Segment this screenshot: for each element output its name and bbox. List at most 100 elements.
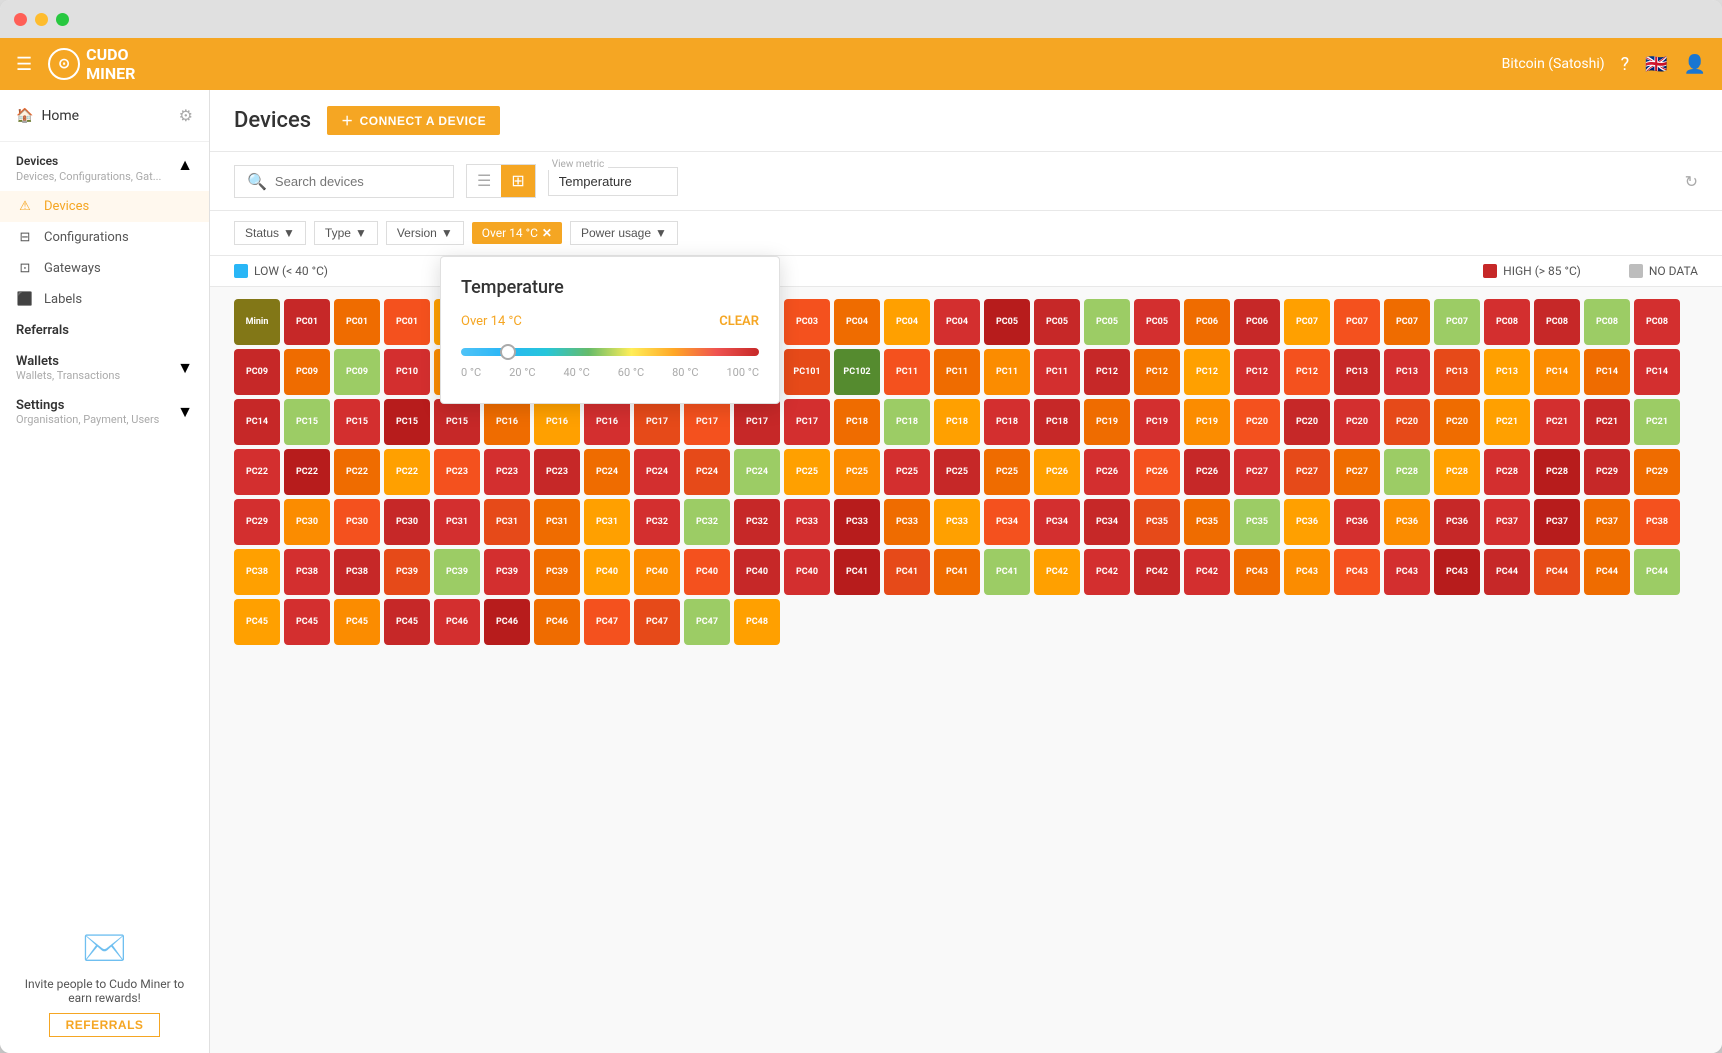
device-cell[interactable]: PC08 xyxy=(1634,299,1680,345)
device-cell[interactable]: PC38 xyxy=(1634,499,1680,545)
device-cell[interactable]: PC05 xyxy=(1084,299,1130,345)
device-cell[interactable]: PC31 xyxy=(534,499,580,545)
device-cell[interactable]: PC34 xyxy=(984,499,1030,545)
grid-view-button[interactable]: ⊞ xyxy=(501,165,534,197)
device-cell[interactable]: PC17 xyxy=(734,399,780,445)
device-cell[interactable]: Minin xyxy=(234,299,280,345)
device-cell[interactable]: PC25 xyxy=(834,449,880,495)
device-cell[interactable]: PC35 xyxy=(1184,499,1230,545)
device-cell[interactable]: PC45 xyxy=(284,599,330,645)
device-cell[interactable]: PC43 xyxy=(1434,549,1480,595)
device-cell[interactable]: PC46 xyxy=(434,599,480,645)
device-cell[interactable]: PC15 xyxy=(284,399,330,445)
device-cell[interactable]: PC16 xyxy=(534,399,580,445)
device-cell[interactable]: PC40 xyxy=(584,549,630,595)
device-cell[interactable]: PC05 xyxy=(984,299,1030,345)
device-cell[interactable]: PC41 xyxy=(934,549,980,595)
device-cell[interactable]: PC36 xyxy=(1434,499,1480,545)
device-cell[interactable]: PC42 xyxy=(1084,549,1130,595)
device-cell[interactable]: PC14 xyxy=(1634,349,1680,395)
device-cell[interactable]: PC09 xyxy=(284,349,330,395)
device-cell[interactable]: PC12 xyxy=(1234,349,1280,395)
device-cell[interactable]: PC47 xyxy=(584,599,630,645)
device-cell[interactable]: PC04 xyxy=(834,299,880,345)
referrals-button[interactable]: REFERRALS xyxy=(49,1013,161,1037)
device-cell[interactable]: PC29 xyxy=(1634,449,1680,495)
device-cell[interactable]: PC40 xyxy=(784,549,830,595)
device-cell[interactable]: PC12 xyxy=(1184,349,1230,395)
device-cell[interactable]: PC30 xyxy=(334,499,380,545)
device-cell[interactable]: PC19 xyxy=(1184,399,1230,445)
device-cell[interactable]: PC29 xyxy=(234,499,280,545)
device-cell[interactable]: PC15 xyxy=(434,399,480,445)
device-cell[interactable]: PC01 xyxy=(284,299,330,345)
help-icon[interactable]: ? xyxy=(1621,54,1630,75)
refresh-icon[interactable]: ↻ xyxy=(1685,172,1698,191)
device-cell[interactable]: PC40 xyxy=(684,549,730,595)
device-cell[interactable]: PC44 xyxy=(1534,549,1580,595)
device-cell[interactable]: PC25 xyxy=(784,449,830,495)
device-cell[interactable]: PC21 xyxy=(1634,399,1680,445)
device-cell[interactable]: PC19 xyxy=(1084,399,1130,445)
device-cell[interactable]: PC39 xyxy=(484,549,530,595)
device-cell[interactable]: PC01 xyxy=(384,299,430,345)
device-cell[interactable]: PC31 xyxy=(484,499,530,545)
device-cell[interactable]: PC41 xyxy=(884,549,930,595)
sidebar-item-settings[interactable]: Settings Organisation, Payment, Users ▼ xyxy=(0,390,209,434)
device-cell[interactable]: PC25 xyxy=(934,449,980,495)
device-cell[interactable]: PC20 xyxy=(1234,399,1280,445)
device-cell[interactable]: PC41 xyxy=(984,549,1030,595)
device-cell[interactable]: PC09 xyxy=(234,349,280,395)
sidebar-item-configurations[interactable]: ⊟ Configurations xyxy=(0,222,209,253)
device-cell[interactable]: PC43 xyxy=(1284,549,1330,595)
device-cell[interactable]: PC08 xyxy=(1584,299,1630,345)
device-cell[interactable]: PC34 xyxy=(1034,499,1080,545)
device-cell[interactable]: PC04 xyxy=(934,299,980,345)
device-cell[interactable]: PC30 xyxy=(284,499,330,545)
device-cell[interactable]: PC44 xyxy=(1484,549,1530,595)
device-cell[interactable]: PC20 xyxy=(1284,399,1330,445)
device-cell[interactable]: PC47 xyxy=(634,599,680,645)
device-cell[interactable]: PC32 xyxy=(734,499,780,545)
device-cell[interactable]: PC07 xyxy=(1284,299,1330,345)
search-input[interactable] xyxy=(275,174,441,189)
device-cell[interactable]: PC24 xyxy=(584,449,630,495)
device-cell[interactable]: PC21 xyxy=(1484,399,1530,445)
device-cell[interactable]: PC45 xyxy=(384,599,430,645)
device-cell[interactable]: PC39 xyxy=(384,549,430,595)
device-cell[interactable]: PC26 xyxy=(1184,449,1230,495)
device-cell[interactable]: PC08 xyxy=(1484,299,1530,345)
clear-filter-icon[interactable]: ✕ xyxy=(542,226,552,240)
device-cell[interactable]: PC22 xyxy=(234,449,280,495)
settings-icon[interactable]: ⚙ xyxy=(179,106,193,125)
device-cell[interactable]: PC15 xyxy=(384,399,430,445)
device-cell[interactable]: PC26 xyxy=(1134,449,1180,495)
device-cell[interactable]: PC18 xyxy=(984,399,1030,445)
sidebar-item-labels[interactable]: ⬛ Labels xyxy=(0,284,209,315)
device-cell[interactable]: PC25 xyxy=(984,449,1030,495)
device-cell[interactable]: PC41 xyxy=(834,549,880,595)
language-icon[interactable]: 🇬🇧 xyxy=(1645,54,1667,75)
device-cell[interactable]: PC45 xyxy=(234,599,280,645)
device-cell[interactable]: PC03 xyxy=(784,299,830,345)
device-cell[interactable]: PC31 xyxy=(584,499,630,545)
device-cell[interactable]: PC40 xyxy=(634,549,680,595)
device-cell[interactable]: PC12 xyxy=(1084,349,1130,395)
popup-clear-button[interactable]: CLEAR xyxy=(719,314,759,329)
close-button[interactable] xyxy=(14,13,27,26)
device-cell[interactable]: PC14 xyxy=(234,399,280,445)
maximize-button[interactable] xyxy=(56,13,69,26)
device-cell[interactable]: PC47 xyxy=(684,599,730,645)
device-cell[interactable]: PC42 xyxy=(1134,549,1180,595)
device-cell[interactable]: PC38 xyxy=(334,549,380,595)
device-cell[interactable]: PC05 xyxy=(1134,299,1180,345)
device-cell[interactable]: PC42 xyxy=(1034,549,1080,595)
device-cell[interactable]: PC36 xyxy=(1284,499,1330,545)
device-cell[interactable]: PC37 xyxy=(1484,499,1530,545)
device-cell[interactable]: PC43 xyxy=(1334,549,1380,595)
device-cell[interactable]: PC24 xyxy=(734,449,780,495)
device-cell[interactable]: PC31 xyxy=(434,499,480,545)
minimize-button[interactable] xyxy=(35,13,48,26)
device-cell[interactable]: PC06 xyxy=(1234,299,1280,345)
device-cell[interactable]: PC07 xyxy=(1334,299,1380,345)
